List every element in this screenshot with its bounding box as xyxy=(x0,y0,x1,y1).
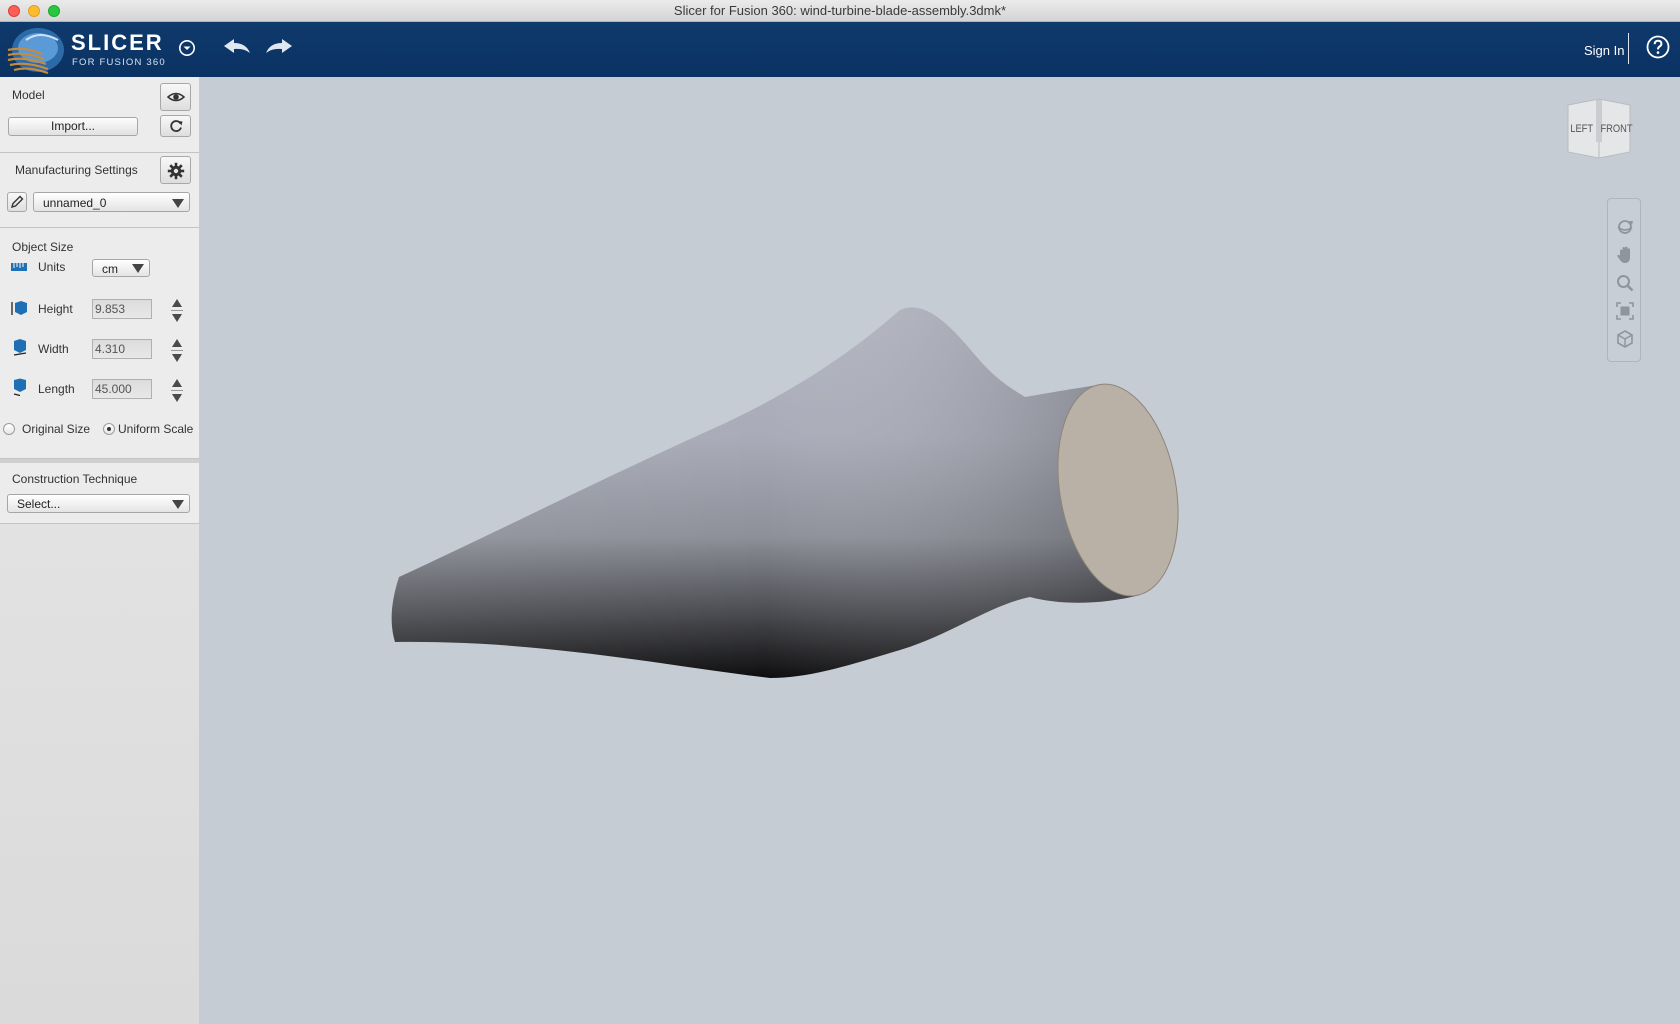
construction-section: Construction Technique Select... xyxy=(0,459,199,524)
height-input[interactable]: 9.853 xyxy=(92,299,152,319)
height-stepper[interactable] xyxy=(171,296,185,326)
fit-icon[interactable] xyxy=(1615,301,1635,321)
slicer-logo-icon xyxy=(7,28,64,75)
height-dimension-icon xyxy=(11,301,27,315)
chevron-down-icon xyxy=(172,500,184,509)
model-heading: Model xyxy=(12,88,45,102)
viewcube-left-label[interactable]: LEFT xyxy=(1570,123,1593,135)
manufacturing-heading: Manufacturing Settings xyxy=(15,163,138,177)
home-view-icon[interactable] xyxy=(1615,329,1635,349)
logo-subtitle: FOR FUSION 360 xyxy=(72,57,166,68)
construction-heading: Construction Technique xyxy=(12,472,138,486)
length-label: Length xyxy=(38,382,75,396)
chevron-down-icon xyxy=(172,199,184,208)
pencil-icon xyxy=(10,195,24,209)
construction-technique-select[interactable]: Select... xyxy=(7,494,190,513)
object-size-heading: Object Size xyxy=(12,240,74,254)
logo-title: SLICER xyxy=(71,30,164,55)
height-label: Height xyxy=(38,302,73,316)
width-dimension-icon xyxy=(13,339,27,356)
length-stepper[interactable] xyxy=(171,376,185,406)
manufacturing-section: Manufacturing Settings unnamed_0 xyxy=(0,153,199,228)
construction-select-value: Select... xyxy=(17,497,61,511)
settings-sidebar: Model Import... Manufacturing Settings u… xyxy=(0,77,199,1024)
header-divider xyxy=(1628,33,1629,64)
object-size-section: Object Size Units cm Height 9.853 Width … xyxy=(0,228,199,459)
profile-select-value: unnamed_0 xyxy=(43,196,107,210)
units-select[interactable]: cm xyxy=(92,259,150,277)
turbine-blade-model[interactable] xyxy=(380,305,1200,685)
length-input[interactable]: 45.000 xyxy=(92,379,152,399)
window-title: Slicer for Fusion 360: wind-turbine-blad… xyxy=(673,3,1007,18)
sign-in-link[interactable]: Sign In xyxy=(1584,43,1624,58)
units-select-value: cm xyxy=(102,262,118,276)
width-input[interactable]: 4.310 xyxy=(92,339,152,359)
ruler-icon xyxy=(11,263,27,271)
reload-button[interactable] xyxy=(160,115,191,137)
undo-icon[interactable] xyxy=(222,36,252,58)
import-button[interactable]: Import... xyxy=(8,117,138,136)
app-window: Slicer for Fusion 360: wind-turbine-blad… xyxy=(0,0,1680,1024)
viewcube[interactable]: LEFT FRONT xyxy=(1563,97,1635,159)
window-titlebar: Slicer for Fusion 360: wind-turbine-blad… xyxy=(0,0,1680,22)
sidebar-empty-area xyxy=(0,524,199,1024)
profile-select[interactable]: unnamed_0 xyxy=(33,192,190,212)
viewcube-front-label[interactable]: FRONT xyxy=(1600,123,1632,135)
uniform-scale-label: Uniform Scale xyxy=(118,422,194,436)
app-menu-icon[interactable] xyxy=(178,39,196,57)
redo-icon[interactable] xyxy=(264,36,294,58)
eye-icon xyxy=(167,92,185,102)
uniform-scale-radio[interactable] xyxy=(103,423,115,435)
visibility-button[interactable] xyxy=(160,83,191,111)
manufacturing-settings-button[interactable] xyxy=(160,156,191,184)
navigation-toolbar xyxy=(1607,198,1641,362)
pan-icon[interactable] xyxy=(1615,245,1635,265)
chevron-down-icon xyxy=(132,264,144,273)
width-label: Width xyxy=(38,342,69,356)
units-label: Units xyxy=(38,260,66,274)
length-dimension-icon xyxy=(13,378,26,396)
help-icon[interactable] xyxy=(1646,35,1670,59)
model-section: Model Import... xyxy=(0,77,199,153)
original-size-label: Original Size xyxy=(22,422,91,436)
refresh-icon xyxy=(170,120,183,132)
gear-icon xyxy=(167,162,185,180)
zoom-icon[interactable] xyxy=(1615,273,1635,293)
width-stepper[interactable] xyxy=(171,336,185,366)
original-size-radio[interactable] xyxy=(3,423,15,435)
orbit-icon[interactable] xyxy=(1615,217,1635,237)
edit-profile-button[interactable] xyxy=(7,192,27,212)
app-header: SLICER FOR FUSION 360 Sign In xyxy=(0,22,1680,77)
